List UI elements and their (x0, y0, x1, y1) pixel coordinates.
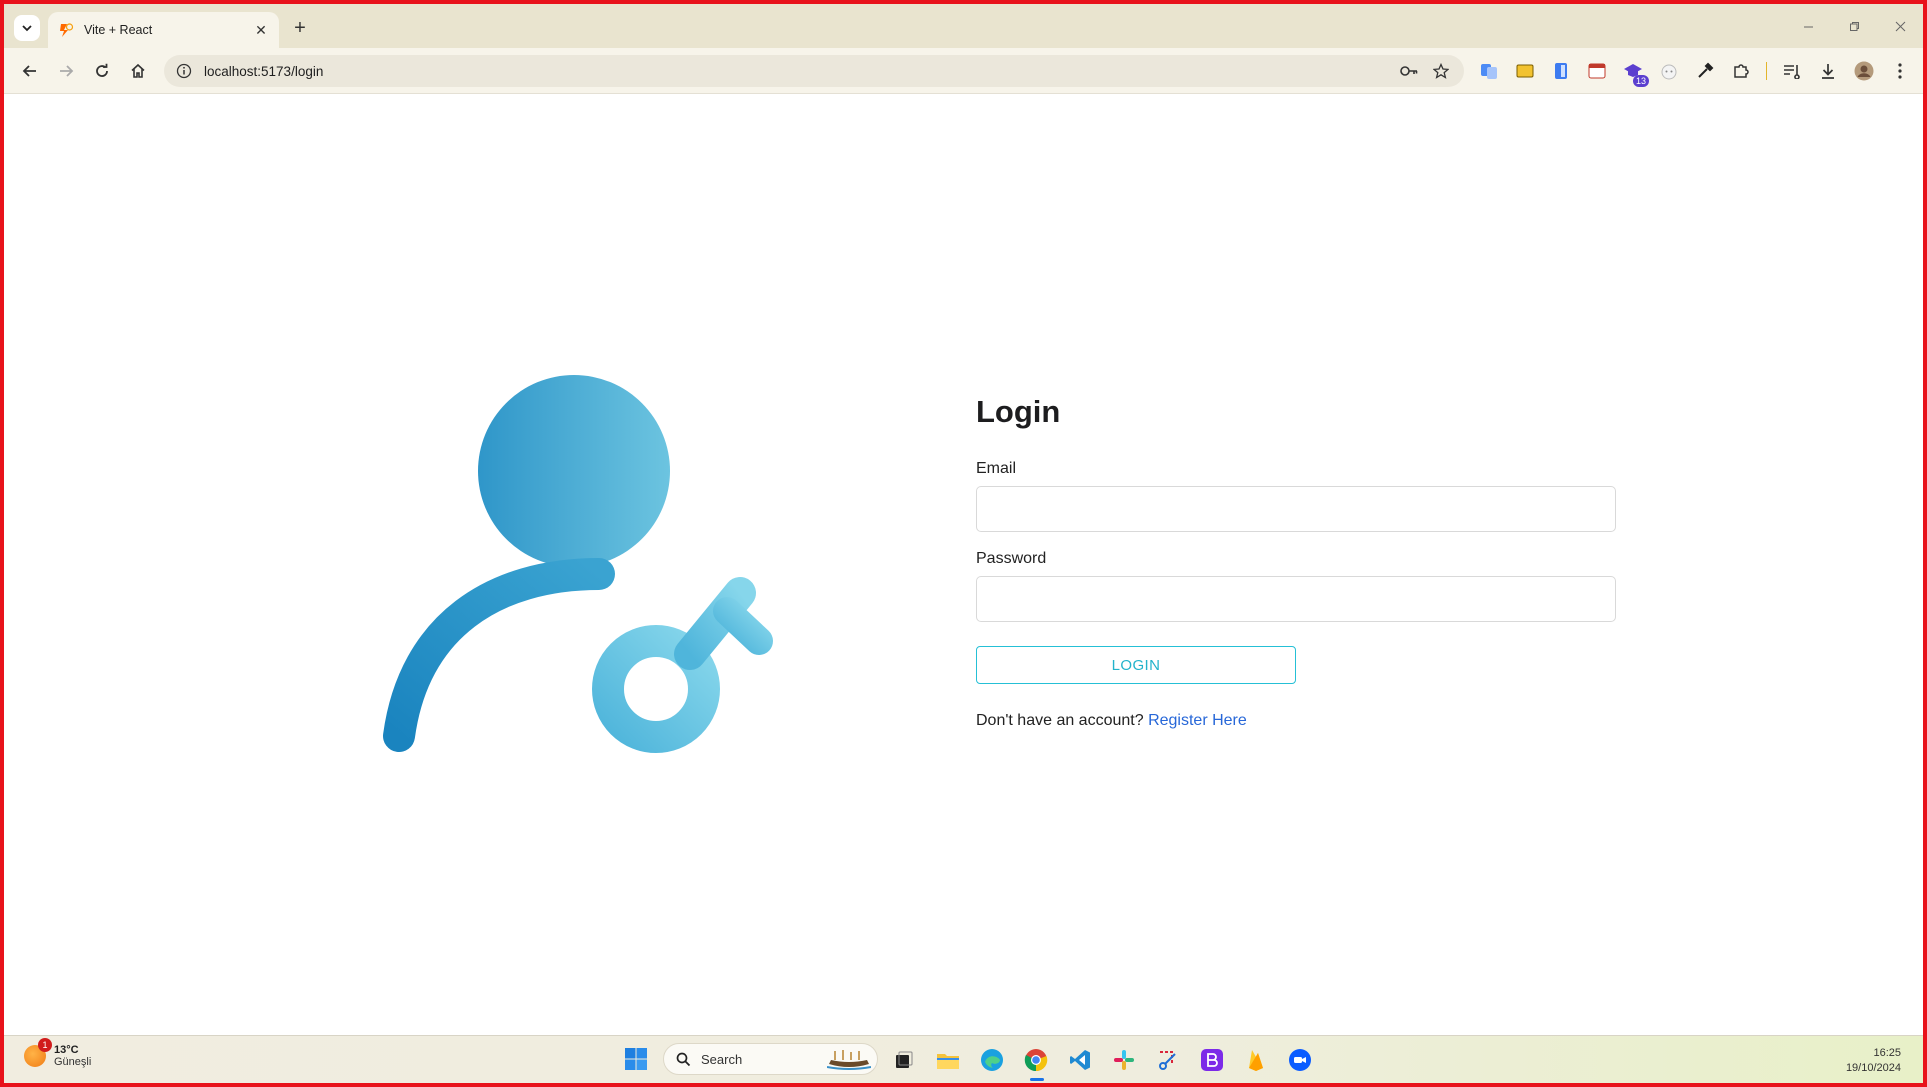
password-group: Password (976, 550, 1616, 622)
tab-title: Vite + React (84, 23, 153, 37)
browser-tab-strip: Vite + React ✕ + (4, 4, 1923, 48)
calendar-extension-icon[interactable] (1586, 60, 1608, 82)
page-content: Login Email Password LOGIN Don't have an… (4, 95, 1923, 1039)
windows-logo-icon (625, 1048, 647, 1070)
snipping-tool-icon[interactable] (1154, 1046, 1182, 1074)
translate-extension-icon[interactable] (1478, 60, 1500, 82)
register-link[interactable]: Register Here (1148, 712, 1247, 729)
password-label: Password (976, 550, 1047, 567)
back-button[interactable] (18, 59, 42, 83)
url-text[interactable]: localhost:5173/login (204, 64, 1400, 79)
search-label: Search (701, 1051, 743, 1067)
browser-toolbar: localhost:5173/login 13 (4, 48, 1923, 94)
email-group: Email (976, 460, 1616, 532)
login-form: Login Email Password LOGIN Don't have an… (976, 394, 1616, 730)
clock-time: 16:25 (1873, 1047, 1901, 1059)
close-icon (1895, 21, 1905, 31)
register-prompt-text: Don't have an account? (976, 712, 1144, 729)
restore-button[interactable] (1831, 4, 1877, 48)
window-controls (1785, 4, 1923, 48)
chrome-browser-icon[interactable] (1022, 1046, 1050, 1081)
task-view-icon[interactable] (890, 1046, 918, 1074)
tab-search-button[interactable] (14, 15, 40, 41)
login-button[interactable]: LOGIN (976, 646, 1296, 684)
arrow-left-icon (22, 65, 36, 77)
profile-avatar-icon[interactable] (1853, 60, 1875, 82)
slack-icon[interactable] (1110, 1046, 1138, 1074)
windows-taskbar: 1 13°C Güneşli Search 16:25 19/10/2024 (4, 1035, 1923, 1083)
screen-frame: Vite + React ✕ + localhost:5173/login 13… (0, 0, 1927, 1087)
browser-tab[interactable]: Vite + React ✕ (48, 12, 279, 48)
taskbar-apps (890, 1046, 1330, 1081)
weather-widget[interactable]: 1 13°C Güneşli (24, 1038, 92, 1068)
user-key-illustration (383, 375, 773, 753)
chevron-down-icon (22, 25, 32, 32)
extensions-row: 13 (1478, 59, 1923, 87)
folder-extension-icon[interactable] (1514, 60, 1536, 82)
toolbar-separator (1766, 62, 1767, 80)
download-icon[interactable] (1817, 60, 1839, 82)
menu-kebab-icon[interactable] (1889, 60, 1911, 82)
arrow-right-icon (60, 65, 74, 77)
zoom-icon[interactable] (1286, 1046, 1314, 1074)
media-queue-icon[interactable] (1781, 60, 1803, 82)
system-clock[interactable]: 16:25 19/10/2024 (1846, 1046, 1901, 1076)
taskbar-search[interactable]: Search (663, 1043, 878, 1075)
vscode-icon[interactable] (1066, 1046, 1094, 1074)
clock-date: 19/10/2024 (1845, 1062, 1901, 1074)
page-title: Login (976, 394, 1061, 429)
bootstrap-app-icon[interactable] (1198, 1046, 1226, 1074)
firebase-icon[interactable] (1242, 1046, 1270, 1074)
graduation-extension-icon[interactable]: 13 (1622, 60, 1649, 87)
notification-badge: 1 (38, 1038, 52, 1052)
search-icon (676, 1052, 691, 1066)
file-explorer-icon[interactable] (934, 1046, 962, 1074)
vite-react-favicon-icon (60, 23, 74, 37)
extension-badge: 13 (1632, 75, 1649, 87)
bookmark-star-icon[interactable] (1432, 62, 1450, 80)
forward-button[interactable] (54, 59, 78, 83)
weather-temperature: 13°C (54, 1044, 79, 1056)
password-field[interactable] (976, 576, 1616, 622)
site-info-icon[interactable] (176, 63, 192, 79)
sun-icon: 1 (24, 1038, 52, 1067)
new-tab-button[interactable]: + (288, 16, 312, 40)
close-window-button[interactable] (1877, 4, 1923, 48)
address-bar[interactable]: localhost:5173/login (164, 55, 1464, 87)
email-field[interactable] (976, 486, 1616, 532)
home-button[interactable] (126, 59, 150, 83)
minimize-button[interactable] (1785, 4, 1831, 48)
restore-icon (1849, 21, 1859, 31)
robot-extension-icon[interactable] (1658, 60, 1680, 82)
minimize-icon (1803, 26, 1813, 27)
home-icon (131, 63, 145, 78)
email-label: Email (976, 460, 1017, 477)
password-key-icon[interactable] (1400, 62, 1418, 80)
search-highlight-art-icon (827, 1050, 871, 1070)
edge-browser-icon[interactable] (978, 1046, 1006, 1074)
weather-condition: Güneşli (54, 1056, 92, 1068)
register-prompt: Don't have an account? Register Here (976, 712, 1616, 730)
eyedropper-extension-icon[interactable] (1694, 60, 1716, 82)
start-button[interactable] (624, 1047, 648, 1071)
reload-icon (96, 63, 108, 77)
close-tab-icon[interactable]: ✕ (253, 22, 269, 38)
sidebar-extension-icon[interactable] (1550, 60, 1572, 82)
puzzle-extensions-icon[interactable] (1730, 60, 1752, 82)
reload-button[interactable] (90, 59, 114, 83)
